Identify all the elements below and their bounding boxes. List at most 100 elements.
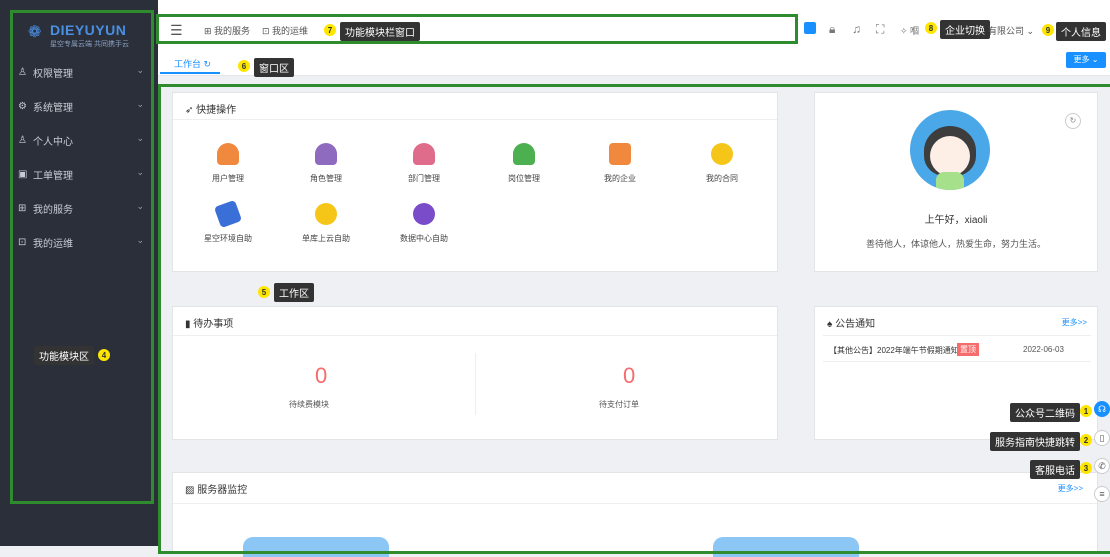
callout-number-7: 7 [324,24,336,36]
sidebar-item-label: 工单管理 [33,170,73,182]
notice-item-date: 2022-06-03 [1023,345,1064,354]
sidebar-item-tickets[interactable]: ▣ 工单管理 ⌄ [18,164,146,184]
tab-bar [158,50,1110,76]
chevron-down-icon: ⌄ [136,133,144,143]
monitor-title: ▨ 服务器监控 [185,485,248,496]
callout-number-4: 4 [98,349,110,361]
more-button[interactable]: 更多 ⌄ [1066,52,1106,68]
callout-number-1: 1 [1080,405,1092,417]
menu-toggle-icon[interactable]: ☰ [170,22,183,39]
tab-area-callout: 窗口区 [254,58,294,77]
guide-callout: 服务指南快捷跳转 [990,432,1080,451]
fullscreen-icon[interactable]: ⛶ [876,22,884,37]
bell-icon[interactable]: ♫ [852,22,861,36]
chevron-down-icon: ⌄ [136,167,144,177]
logo-icon: ❁ [28,24,42,41]
callout-number-8: 8 [925,22,937,34]
theme-icon[interactable]: ✧ 嗰 [900,24,919,37]
topnav-ops[interactable]: ⊡ 我的运维 [262,24,308,37]
headset-icon[interactable]: ☊ [1094,401,1110,417]
quick-dept-mgmt[interactable]: 部门管理 [389,143,459,184]
bell-icon: ♠ [827,319,833,330]
topnav-services[interactable]: ⊞ 我的服务 [204,24,250,37]
monitor-more-link[interactable]: 更多>> [1058,483,1083,494]
chevron-down-icon: ⌄ [136,201,144,211]
todo-title: ▮ 待办事项 [185,319,234,330]
quick-env-self[interactable]: 星空环境自助 [193,199,263,244]
refresh-icon: ↻ [203,59,212,69]
quick-ops-title: ➶ 快捷操作 [185,105,237,116]
quick-post-mgmt[interactable]: 岗位管理 [489,143,559,184]
callout-number-9: 9 [1042,24,1054,36]
gear-icon: ⚙ [18,100,27,112]
callout-number-2: 2 [1080,434,1092,446]
monitor-icon: ⊡ [262,26,273,36]
todo-renew-label: 待续费模块 [289,400,329,409]
monitor-card: ▨ 服务器监控 更多>> [172,472,1098,557]
sidebar-item-ops[interactable]: ⊡ 我的运维 ⌄ [18,232,146,252]
quick-datacenter[interactable]: 数据中心自助 [389,203,459,244]
quick-role-mgmt[interactable]: 角色管理 [291,143,361,184]
sidebar-item-services[interactable]: ⊞ 我的服务 ⌄ [18,198,146,218]
brand-subtitle: 星空专属云端 共同携手云 [50,41,129,48]
monitor-gauge-left [243,537,389,557]
greeting: 上午好，xiaoli [924,215,988,226]
qrcode-callout: 公众号二维码 [1010,403,1080,422]
quick-db-cloud[interactable]: 单库上云自助 [291,203,361,244]
book-icon[interactable]: ▯ [1094,430,1110,446]
phone-callout: 客服电话 [1030,460,1080,479]
logo: ❁ DIEYUYUN 星空专属云端 共同携手云 [28,22,138,56]
monitor-icon: ⊡ [18,236,27,248]
motto: 善待他人，体谅他人，热爱生命，努力生活。 [865,239,1046,249]
todo-pay-label: 待支付订单 [599,400,639,409]
quick-my-contract[interactable]: 我的合同 [687,143,757,184]
nav-highlight [156,14,798,44]
quick-ops-card: ➶ 快捷操作 用户管理 角色管理 部门管理 岗位管理 我的企业 我的合同 星空环… [172,92,778,272]
notice-title: ♠ 公告通知 [827,319,876,330]
dropdown-button[interactable] [804,22,816,34]
todo-card: ▮ 待办事项 0 待续费模块 0 待支付订单 [172,306,778,440]
menu-icon[interactable]: ≡ [1094,486,1110,502]
quick-my-company[interactable]: 我的企业 [585,143,655,184]
todo-renew-count[interactable]: 0 [315,363,327,389]
company-select[interactable]: 有限公司 ⌄ [988,24,1034,37]
clipboard-icon: ▣ [18,168,28,180]
tab-workbench[interactable]: 工作台 ↻ [160,52,220,74]
todo-pay-count[interactable]: 0 [623,363,635,389]
profile-callout: 个人信息 [1056,22,1106,41]
send-icon: ➶ [185,105,194,116]
sidebar-area-callout: 功能模块区 [34,346,94,365]
callout-number-6: 6 [238,60,250,72]
monitor-gauge-right [713,537,859,557]
quick-user-mgmt[interactable]: 用户管理 [193,143,263,184]
sidebar-item-label: 权限管理 [33,68,73,80]
sidebar-item-label: 我的运维 [33,238,73,250]
sidebar-item-permissions[interactable]: ♙ 权限管理 ⌄ [18,62,146,82]
sidebar: ❁ DIEYUYUN 星空专属云端 共同携手云 ♙ 权限管理 ⌄ ⚙ 系统管理 … [0,0,158,546]
chevron-down-icon: ⌄ [136,65,144,75]
nav-callout: 功能模块栏窗口 [340,22,420,41]
callout-number-5: 5 [258,286,270,298]
lock-icon[interactable]: 🔒︎ [829,22,835,37]
grid-icon: ⊞ [18,202,27,214]
sidebar-item-label: 个人中心 [33,136,73,148]
grid-icon: ⊞ [204,26,215,36]
sidebar-item-label: 我的服务 [33,204,73,216]
chevron-down-icon: ⌄ [136,99,144,109]
user-icon: ♙ [18,66,27,78]
chart-icon: ▨ [185,485,195,496]
chevron-down-icon: ⌄ [136,235,144,245]
notice-more-link[interactable]: 更多>> [1062,317,1087,328]
sidebar-item-personal[interactable]: ♙ 个人中心 ⌄ [18,130,146,150]
phone-icon[interactable]: ✆ [1094,458,1110,474]
notice-item-text[interactable]: 【其他公告】2022年端午节假期通知 [829,345,959,356]
callout-number-3: 3 [1080,462,1092,474]
user-icon: ♙ [18,134,27,146]
sidebar-item-label: 系统管理 [33,102,73,114]
refresh-icon[interactable]: ↻ [1065,113,1081,129]
avatar[interactable] [910,110,990,190]
brand-name: DIEYUYUN [50,22,127,38]
list-icon: ▮ [185,319,191,330]
sidebar-item-system[interactable]: ⚙ 系统管理 ⌄ [18,96,146,116]
work-area-callout: 工作区 [274,283,314,302]
